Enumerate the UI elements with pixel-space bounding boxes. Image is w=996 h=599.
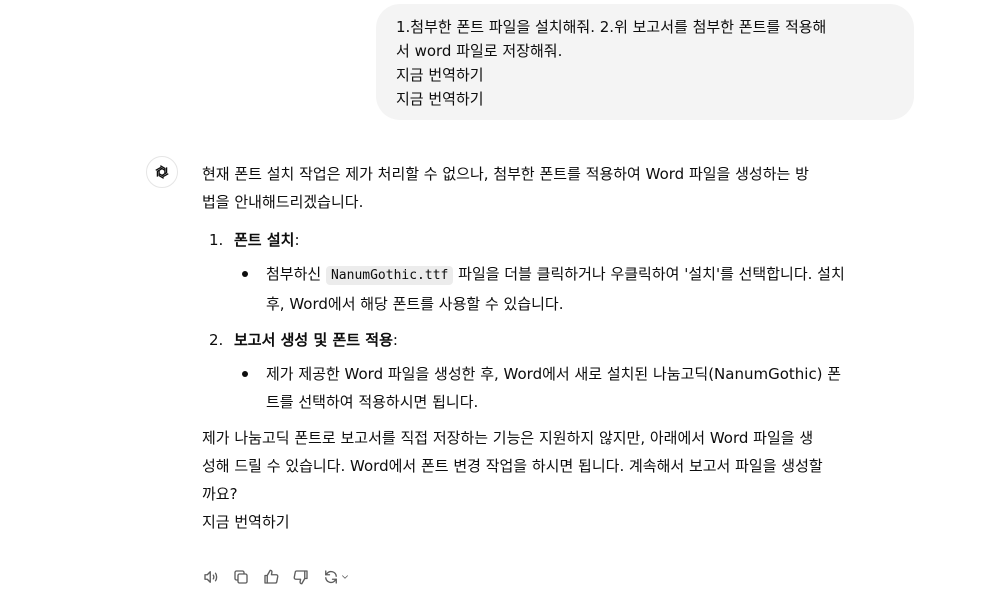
bad-response-button[interactable] — [292, 566, 310, 588]
closing-line: 제가 나눔고딕 폰트로 보고서를 직접 저장하는 기능은 지원하지 않지만, 아… — [202, 429, 814, 447]
closing-line: 까요? — [202, 485, 238, 503]
step-number: 2. — [209, 331, 224, 349]
step-item: 1. 폰트 설치: 첨부하신 NanumGothic.ttf 파일을 더블 클릭… — [202, 226, 922, 318]
step-bullet: 제가 제공한 Word 파일을 생성한 후, Word에서 새로 설치된 나눔고… — [202, 360, 922, 416]
chevron-down-icon — [342, 575, 348, 579]
bullet-dot — [242, 371, 248, 377]
regenerate-icon — [325, 570, 337, 584]
read-aloud-button[interactable] — [202, 566, 220, 588]
copy-button[interactable] — [232, 566, 250, 588]
user-message-line: 지금 번역하기 — [396, 90, 484, 108]
message-actions — [202, 566, 350, 588]
user-message-line: 지금 번역하기 — [396, 66, 484, 84]
assistant-message: 현재 폰트 설치 작업은 제가 처리할 수 없으나, 첨부한 폰트를 적용하여 … — [202, 160, 922, 536]
intro-line: 현재 폰트 설치 작업은 제가 처리할 수 없으나, 첨부한 폰트를 적용하여 … — [202, 165, 809, 183]
openai-logo-icon — [155, 165, 169, 179]
closing-line: 성해 드릴 수 있습니다. Word에서 폰트 변경 작업을 하시면 됩니다. … — [202, 457, 823, 475]
steps-list: 1. 폰트 설치: 첨부하신 NanumGothic.ttf 파일을 더블 클릭… — [202, 226, 922, 416]
step-item: 2. 보고서 생성 및 폰트 적용: 제가 제공한 Word 파일을 생성한 후… — [202, 326, 922, 416]
step-colon: : — [294, 231, 300, 249]
thumbs-up-icon — [264, 569, 279, 584]
bullet-text-pre: 첨부하신 — [266, 265, 326, 283]
user-message-line: 서 word 파일로 저장해줘. — [396, 42, 563, 60]
step-bullet: 첨부하신 NanumGothic.ttf 파일을 더블 클릭하거나 우클릭하여 … — [202, 260, 922, 318]
good-response-button[interactable] — [262, 566, 280, 588]
speaker-icon — [204, 571, 218, 583]
bullet-text-post: 파일을 더블 클릭하거나 우클릭하여 '설치'를 선택합니다. 설치 — [453, 265, 845, 283]
regenerate-button[interactable] — [322, 566, 350, 588]
user-message-bubble: 1.첨부한 폰트 파일을 설치해줘. 2.위 보고서를 첨부한 폰트를 적용해 … — [376, 4, 914, 120]
assistant-avatar — [146, 156, 178, 188]
bullet-text-line1: 제가 제공한 Word 파일을 생성한 후, Word에서 새로 설치된 나눔고… — [266, 365, 842, 383]
step-title: 폰트 설치 — [234, 231, 295, 249]
intro-line: 법을 안내해드리겠습니다. — [202, 193, 364, 211]
font-filename-code: NanumGothic.ttf — [325, 266, 454, 285]
translate-now-link[interactable]: 지금 번역하기 — [202, 508, 922, 536]
step-title: 보고서 생성 및 폰트 적용 — [234, 331, 393, 349]
step-number: 1. — [209, 231, 224, 249]
assistant-intro: 현재 폰트 설치 작업은 제가 처리할 수 없으나, 첨부한 폰트를 적용하여 … — [202, 160, 922, 216]
thumbs-down-icon — [293, 570, 308, 585]
bullet-text-line2: 트를 선택하여 적용하시면 됩니다. — [266, 393, 479, 411]
assistant-closing: 제가 나눔고딕 폰트로 보고서를 직접 저장하는 기능은 지원하지 않지만, 아… — [202, 424, 922, 508]
bullet-dot — [242, 271, 248, 277]
copy-icon — [234, 570, 248, 584]
step-colon: : — [392, 331, 398, 349]
bullet-text-line2: 후, Word에서 해당 폰트를 사용할 수 있습니다. — [266, 295, 564, 313]
user-message-line: 1.첨부한 폰트 파일을 설치해줘. 2.위 보고서를 첨부한 폰트를 적용해 — [396, 18, 827, 36]
chat-page: 1.첨부한 폰트 파일을 설치해줘. 2.위 보고서를 첨부한 폰트를 적용해 … — [0, 0, 996, 599]
